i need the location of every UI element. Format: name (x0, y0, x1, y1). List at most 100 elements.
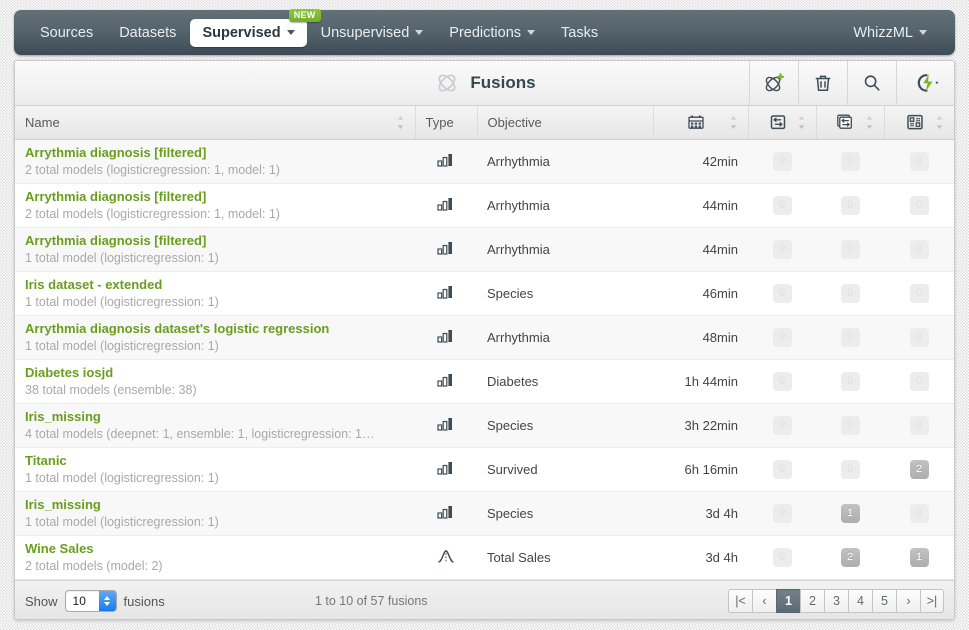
cell-predictions-count: 0 (748, 227, 816, 272)
pagination-label: 3 (833, 594, 840, 608)
fusion-models-summary: 1 total model (logisticregression: 1) (25, 250, 219, 265)
page-3-button[interactable]: 3 (823, 589, 848, 613)
actions-menu-button[interactable] (896, 61, 954, 106)
top-navigation: Sources Datasets Supervised NEW Unsupervised… (14, 8, 955, 55)
nav-item-label: Unsupervised (320, 24, 410, 41)
nav-item-datasets[interactable]: Datasets (107, 19, 188, 47)
cell-type (415, 447, 477, 492)
column-header-batch-prediction[interactable] (816, 106, 885, 140)
fusion-name-link[interactable]: Arrythmia diagnosis [filtered] (25, 145, 405, 161)
column-header-inner: Name (25, 115, 405, 130)
cell-objective: Survived (477, 447, 653, 492)
table-row[interactable]: Iris_missing 1 total model (logisticregre… (15, 491, 954, 536)
fusion-logo-icon (433, 69, 461, 97)
next-page-button[interactable]: › (895, 589, 920, 613)
cell-type (415, 535, 477, 580)
table-row[interactable]: Titanic 1 total model (logisticregression… (15, 447, 954, 492)
page-2-button[interactable]: 2 (799, 589, 824, 613)
count-badge: 0 (772, 503, 792, 523)
fusion-name-link[interactable]: Titanic (25, 453, 405, 469)
nav-item-unsupervised[interactable]: Unsupervised (309, 19, 436, 47)
classification-icon (437, 197, 455, 215)
pagination-label: 4 (857, 594, 864, 608)
delete-button[interactable] (798, 61, 847, 106)
page-1-button[interactable]: 1 (775, 589, 800, 613)
classification-icon (437, 505, 455, 523)
search-button[interactable] (847, 61, 896, 106)
fusion-models-summary: 1 total model (logisticregression: 1) (25, 338, 219, 353)
page-size-unit-label: fusions (123, 593, 165, 609)
first-page-button[interactable]: |< (727, 589, 752, 613)
cell-evaluations-count: 0 (884, 139, 954, 184)
nav-item-tasks[interactable]: Tasks (549, 19, 610, 47)
page-5-button[interactable]: 5 (871, 589, 896, 613)
count-badge: 0 (772, 547, 792, 567)
cell-evaluations-count: 1 (884, 535, 954, 580)
table-row[interactable]: Arrythmia diagnosis dataset's logistic r… (15, 315, 954, 360)
cell-evaluations-count: 0 (884, 491, 954, 536)
new-badge: NEW (288, 8, 321, 22)
table-row[interactable]: Iris dataset - extended 1 total model (lo… (15, 271, 954, 316)
page-size-select[interactable]: 10 (64, 590, 117, 612)
cell-type (415, 227, 477, 272)
calendar-icon (664, 114, 729, 130)
column-header-evaluation[interactable] (884, 106, 954, 140)
count-badge: 0 (909, 415, 929, 435)
table-row[interactable]: Diabetes iosjd 38 total models (ensemble:… (15, 359, 954, 404)
classification-icon (437, 241, 455, 259)
column-header-single-prediction[interactable] (748, 106, 817, 140)
classification-icon (437, 153, 455, 171)
column-header-objective: Objective (477, 106, 654, 140)
cell-evaluations-count: 0 (884, 359, 954, 404)
column-header-calendar[interactable] (653, 106, 749, 140)
table-row[interactable]: Iris_missing 4 total models (deepnet: 1, … (15, 403, 954, 448)
fusion-name-link[interactable]: Iris_missing (25, 409, 405, 425)
count-badge: 0 (772, 151, 792, 171)
fusion-name-link[interactable]: Arrythmia diagnosis [filtered] (25, 189, 405, 205)
page-title: Fusions (470, 73, 536, 92)
table-row[interactable]: Arrythmia diagnosis [filtered] 1 total mo… (15, 227, 954, 272)
nav-item-label: Datasets (119, 24, 177, 41)
pagination-label: 5 (881, 594, 888, 608)
column-header-inner: Type (426, 115, 467, 130)
create-fusion-button[interactable] (749, 61, 798, 106)
chevron-down-icon (527, 30, 536, 35)
cell-name: Arrythmia diagnosis [filtered] 2 total mo… (15, 139, 415, 184)
fusion-name-link[interactable]: Arrythmia diagnosis [filtered] (25, 233, 405, 249)
count-badge: 2 (909, 459, 929, 479)
cell-type (415, 359, 477, 404)
fusion-name-link[interactable]: Iris_missing (25, 497, 405, 513)
stepper-arrows-icon[interactable] (98, 591, 116, 611)
cell-name: Titanic 1 total model (logisticregression… (15, 447, 415, 492)
count-badge: 0 (840, 239, 860, 259)
nav-item-supervised[interactable]: Supervised NEW (190, 8, 321, 47)
cell-age: 42min (653, 139, 748, 184)
count-badge: 0 (772, 283, 792, 303)
column-header-inner (664, 114, 738, 130)
chevron-down-icon (919, 30, 927, 35)
panel-actions (749, 61, 954, 106)
last-page-button[interactable]: >| (919, 589, 944, 613)
fusion-name-link[interactable]: Diabetes iosjd (25, 365, 405, 381)
table-row[interactable]: Arrythmia diagnosis [filtered] 2 total mo… (15, 139, 954, 184)
table-row[interactable]: Arrythmia diagnosis [filtered] 2 total mo… (15, 183, 954, 228)
prev-page-button[interactable]: ‹ (751, 589, 776, 613)
cell-name: Iris_missing 4 total models (deepnet: 1, … (15, 403, 415, 448)
nav-item-predictions[interactable]: Predictions (437, 19, 547, 47)
chevron-down-icon (286, 30, 295, 35)
fusion-models-summary: 2 total models (logisticregression: 1, m… (25, 206, 280, 221)
page-4-button[interactable]: 4 (847, 589, 872, 613)
nav-item-whizzml[interactable]: WhizzML (841, 19, 939, 47)
nav-item-label: WhizzML (853, 24, 913, 41)
count-badge: 0 (909, 151, 929, 171)
cell-name: Iris_missing 1 total model (logisticregre… (15, 491, 415, 536)
fusion-name-link[interactable]: Wine Sales (25, 541, 405, 557)
fusion-name-link[interactable]: Arrythmia diagnosis dataset's logistic r… (25, 321, 405, 337)
classification-icon (437, 461, 455, 479)
cell-evaluations-count: 0 (884, 315, 954, 360)
cell-batch-predictions-count: 2 (816, 535, 884, 580)
fusion-name-link[interactable]: Iris dataset - extended (25, 277, 405, 293)
column-header-name[interactable]: Name (15, 106, 416, 140)
table-row[interactable]: Wine Sales 2 total models (model: 2) Total… (15, 535, 954, 580)
nav-item-sources[interactable]: Sources (28, 19, 105, 47)
